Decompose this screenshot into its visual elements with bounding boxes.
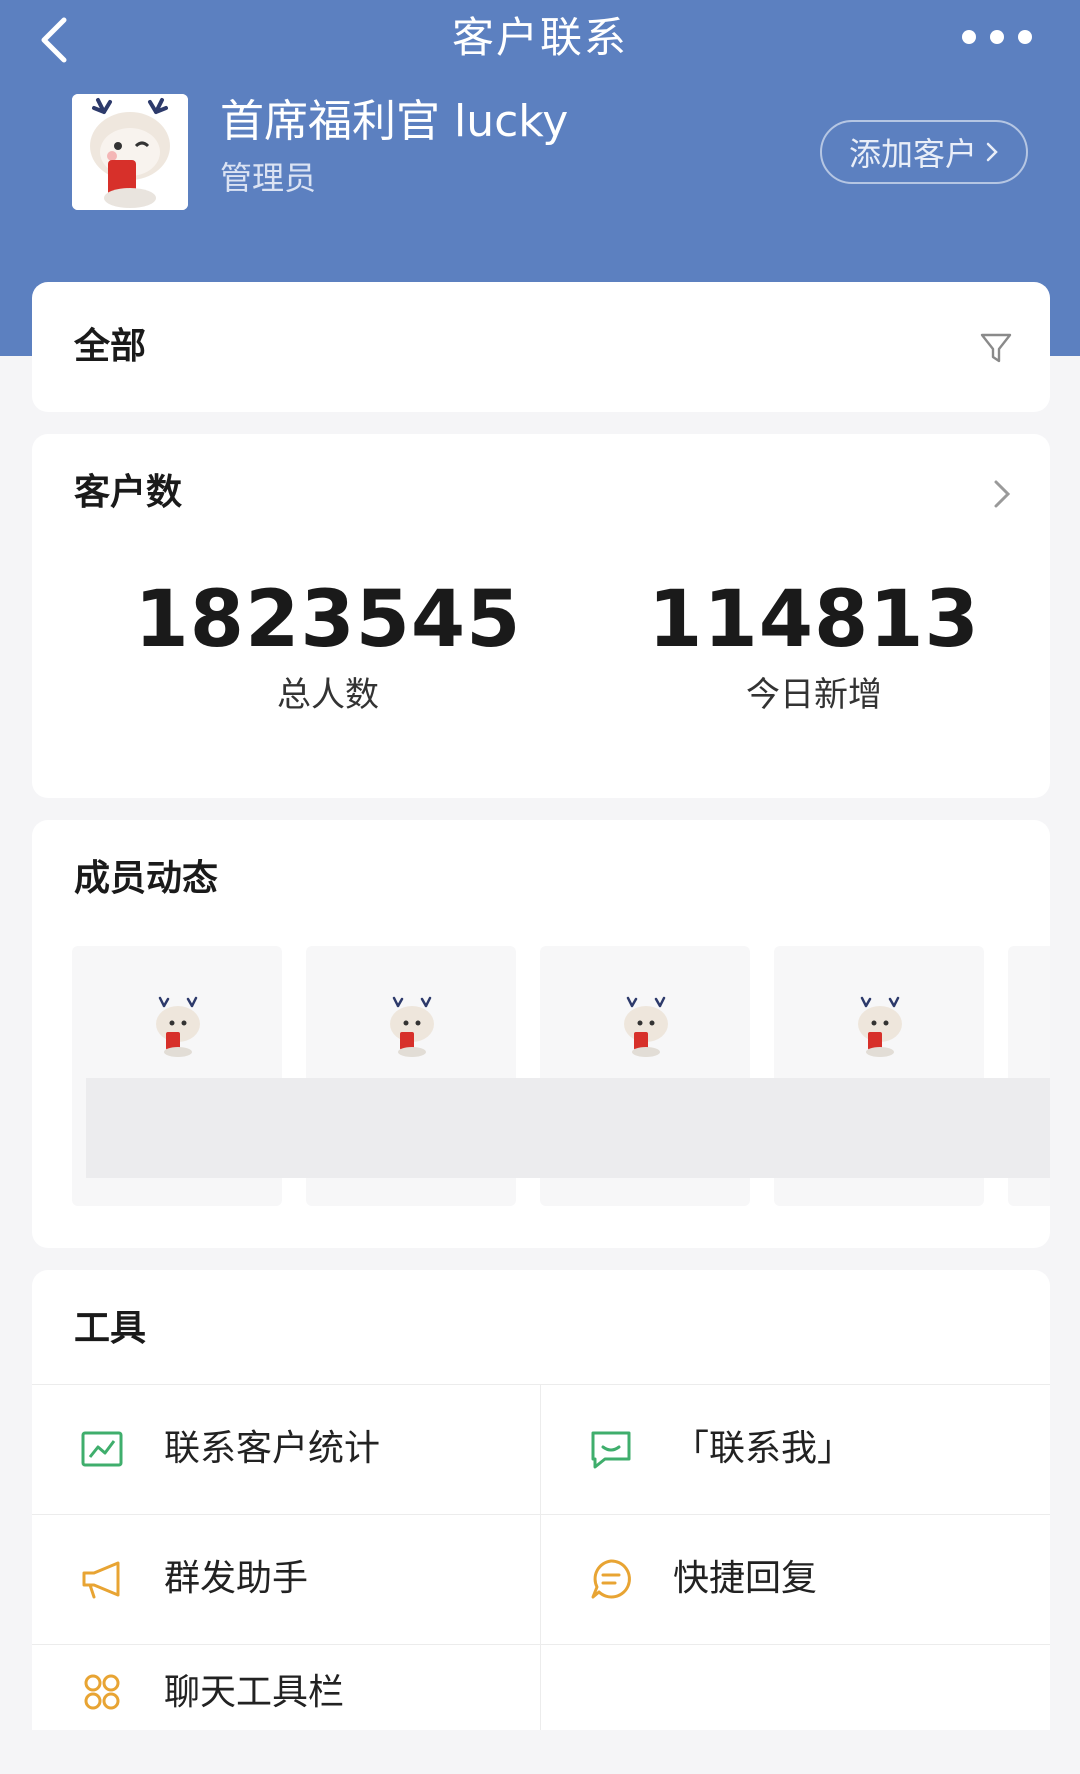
- profile-name: 首席福利官 lucky: [220, 96, 569, 147]
- new-today-value: 114813: [648, 575, 980, 665]
- deer-mascot-icon: [156, 996, 200, 1057]
- deer-mascot-icon: [858, 996, 902, 1057]
- total-customers-label: 总人数: [277, 675, 379, 715]
- new-today-stat: 114813 今日新增: [614, 574, 1014, 718]
- deer-mascot-icon: [624, 996, 668, 1057]
- tool-label: 快捷回复: [673, 1558, 818, 1599]
- chevron-right-icon[interactable]: [990, 476, 1014, 512]
- customer-count-title: 客户数: [74, 472, 183, 513]
- profile-avatar[interactable]: [72, 94, 188, 210]
- tool-contact-me[interactable]: 「联系我」: [541, 1384, 1049, 1514]
- total-customers-value: 1823545: [134, 575, 522, 665]
- tool-quick-reply[interactable]: 快捷回复: [541, 1514, 1049, 1644]
- tool-label: 聊天工具栏: [164, 1672, 345, 1713]
- profile-role: 管理员: [220, 159, 317, 197]
- page-title: 客户联系: [451, 13, 628, 62]
- more-dot-icon: [1018, 30, 1032, 44]
- member-activity-title: 成员动态: [74, 858, 219, 899]
- more-options-button[interactable]: [962, 22, 1032, 52]
- deer-mascot-icon: [390, 996, 434, 1057]
- tool-label: 群发助手: [164, 1558, 309, 1599]
- add-customer-button[interactable]: 添加客户: [820, 120, 1028, 184]
- filter-icon[interactable]: [978, 330, 1014, 366]
- tools-title: 工具: [74, 1308, 147, 1349]
- tool-label: 联系客户统计: [164, 1428, 381, 1469]
- member-activity-card: 成员动态: [32, 820, 1050, 1248]
- new-today-label: 今日新增: [746, 675, 882, 715]
- deer-mascot-icon: [72, 94, 188, 210]
- tool-customer-stats[interactable]: 联系客户统计: [32, 1384, 540, 1514]
- toolbar-icon: [84, 1674, 120, 1710]
- more-dot-icon: [990, 30, 1004, 44]
- tool-chat-toolbar[interactable]: 聊天工具栏: [32, 1644, 540, 1774]
- tool-broadcast-assistant[interactable]: 群发助手: [32, 1514, 540, 1644]
- tool-label: 「联系我」: [673, 1428, 854, 1469]
- nav-bar: 客户联系: [0, 0, 1080, 80]
- message-icon: [591, 1431, 631, 1469]
- quick-reply-icon: [591, 1559, 631, 1599]
- chevron-right-icon: [986, 142, 998, 162]
- filter-label: 全部: [74, 326, 147, 367]
- chart-icon: [81, 1431, 123, 1467]
- megaphone-icon: [82, 1561, 120, 1599]
- total-customers-stat: 1823545 总人数: [128, 574, 528, 718]
- customer-count-card[interactable]: 客户数 1823545 总人数 114813 今日新增: [32, 434, 1050, 798]
- tools-card: 工具 联系客户统计 「联系我」 群发助手 快捷回复 聊天工具栏: [32, 1270, 1050, 1730]
- filter-card[interactable]: 全部: [32, 282, 1050, 412]
- more-dot-icon: [962, 30, 976, 44]
- member-activity-placeholder: [86, 1078, 1050, 1178]
- add-customer-label: 添加客户: [848, 135, 977, 173]
